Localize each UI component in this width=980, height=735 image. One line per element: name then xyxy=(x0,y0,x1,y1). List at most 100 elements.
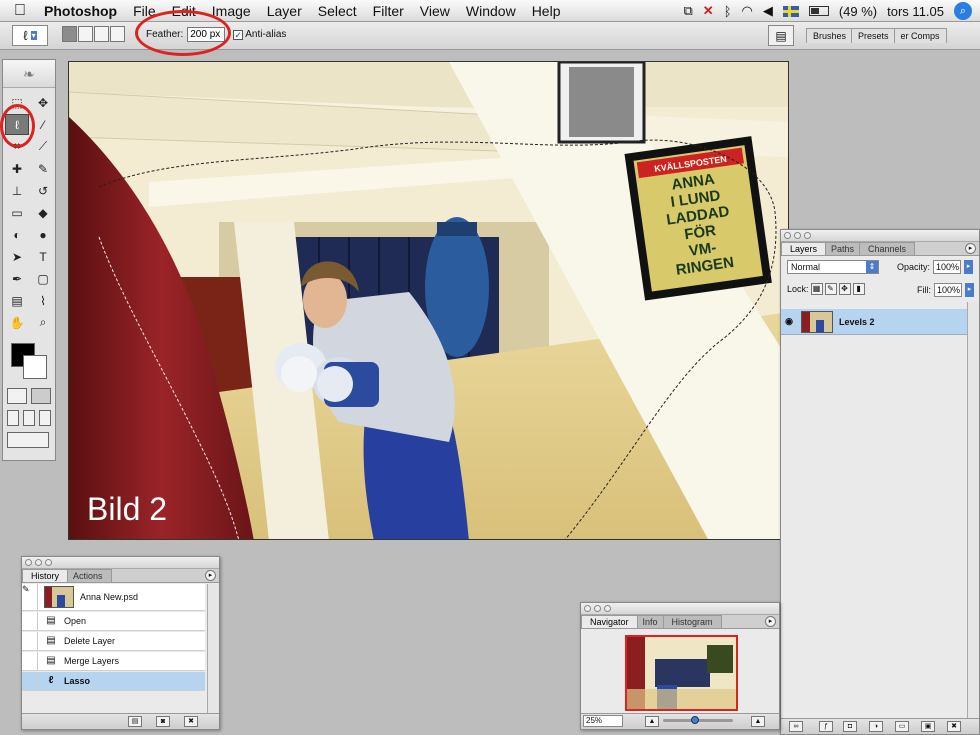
history-state[interactable]: ▤ Merge Layers xyxy=(22,652,205,671)
menu-window[interactable]: Window xyxy=(458,3,524,19)
document-canvas[interactable]: KVÄLLSPOSTEN ANNA I LUND LADDAD FÖR VM- … xyxy=(68,61,789,540)
delete-layer-icon[interactable]: ✖ xyxy=(947,721,961,732)
quick-mask-mode-icon[interactable] xyxy=(31,388,51,404)
fill-arrow-icon[interactable]: ▸ xyxy=(965,283,974,297)
panel-menu-icon[interactable]: ▸ xyxy=(965,243,976,254)
history-brush-source-icon[interactable]: ✎ xyxy=(22,584,38,610)
opacity-input[interactable]: 100% xyxy=(933,260,962,274)
zoom-in-icon[interactable]: ▲ xyxy=(751,716,765,727)
minimize-icon[interactable] xyxy=(594,605,601,612)
tab-paths[interactable]: Paths xyxy=(822,242,864,255)
history-brush-source-icon[interactable] xyxy=(22,612,38,630)
antialias-checkbox[interactable]: ✓ xyxy=(233,29,244,40)
lock-position-icon[interactable]: ✥ xyxy=(838,283,851,295)
slice-tool-icon[interactable]: ⟋ xyxy=(31,136,55,157)
background-color-swatch[interactable] xyxy=(23,355,47,379)
close-icon[interactable] xyxy=(784,232,791,239)
visibility-eye-icon[interactable]: ◉ xyxy=(781,316,797,327)
layer-style-icon[interactable]: ƒ xyxy=(819,721,833,732)
notes-tool-icon[interactable]: ▤ xyxy=(5,290,29,311)
volume-icon[interactable]: ◀ xyxy=(763,3,773,19)
new-selection-icon[interactable] xyxy=(62,26,77,42)
menu-filter[interactable]: Filter xyxy=(365,3,412,19)
close-icon[interactable] xyxy=(25,559,32,566)
standard-mode-icon[interactable] xyxy=(7,388,27,404)
panel-menu-icon[interactable]: ▸ xyxy=(765,616,776,627)
tab-histogram[interactable]: Histogram xyxy=(662,615,722,628)
clone-stamp-tool-icon[interactable]: ⊥ xyxy=(5,180,29,201)
new-snapshot-icon[interactable]: ◙ xyxy=(156,716,170,727)
lock-transparent-icon[interactable]: ▦ xyxy=(810,283,823,295)
close-app-icon[interactable]: ✕ xyxy=(703,3,714,19)
fill-input[interactable]: 100% xyxy=(934,283,962,297)
palette-well-button[interactable]: ▤ xyxy=(768,25,794,46)
history-state[interactable]: ▤ Delete Layer xyxy=(22,632,205,651)
blur-tool-icon[interactable]: ◐ xyxy=(5,224,29,245)
dodge-tool-icon[interactable]: ● xyxy=(31,224,55,245)
clock[interactable]: tors 11.05 xyxy=(887,4,944,19)
lock-all-icon[interactable]: ▮ xyxy=(852,283,865,295)
blend-mode-select[interactable]: Normal xyxy=(787,260,879,274)
eraser-tool-icon[interactable]: ▭ xyxy=(5,202,29,223)
intersect-selection-icon[interactable] xyxy=(110,26,125,42)
minimize-icon[interactable] xyxy=(35,559,42,566)
well-tab-comps[interactable]: er Comps xyxy=(893,28,947,43)
apple-menu-icon[interactable]:  xyxy=(0,2,40,20)
close-icon[interactable] xyxy=(584,605,591,612)
link-layers-icon[interactable]: ∞ xyxy=(789,721,803,732)
history-snapshot[interactable]: ✎ Anna New.psd xyxy=(22,584,205,611)
tab-channels[interactable]: Channels xyxy=(859,242,916,255)
brush-tool-icon[interactable]: ✎ xyxy=(31,158,55,179)
new-group-icon[interactable]: ▭ xyxy=(895,721,909,732)
full-screen-menu-mode-icon[interactable] xyxy=(23,410,35,426)
zoom-icon[interactable] xyxy=(604,605,611,612)
zoom-input[interactable]: 25% xyxy=(583,715,623,727)
history-state[interactable]: ▤ Open xyxy=(22,612,205,631)
history-scrollbar[interactable] xyxy=(207,584,219,713)
full-screen-mode-icon[interactable] xyxy=(39,410,51,426)
delete-state-icon[interactable]: ✖ xyxy=(184,716,198,727)
tab-history[interactable]: History xyxy=(22,569,69,582)
tab-layers[interactable]: Layers xyxy=(781,242,827,255)
opacity-arrow-icon[interactable]: ▸ xyxy=(964,260,974,274)
lock-image-icon[interactable]: ✎ xyxy=(824,283,837,295)
antialias-control[interactable]: ✓ Anti-alias xyxy=(233,29,286,40)
add-mask-icon[interactable]: ◘ xyxy=(843,721,857,732)
layers-scrollbar[interactable] xyxy=(967,302,979,718)
zoom-icon[interactable] xyxy=(45,559,52,566)
zoom-out-icon[interactable]: ▲ xyxy=(645,716,659,727)
eyedropper-tool-icon[interactable]: ⌇ xyxy=(31,290,55,311)
history-brush-source-icon[interactable] xyxy=(22,632,38,650)
history-state-selected[interactable]: ℓ Lasso xyxy=(22,672,205,691)
path-selection-tool-icon[interactable]: ➤ xyxy=(5,246,29,267)
wifi-icon[interactable]: ◠ xyxy=(742,3,753,19)
zoom-icon[interactable] xyxy=(804,232,811,239)
type-tool-icon[interactable]: T xyxy=(31,246,55,267)
healing-brush-tool-icon[interactable]: ✚ xyxy=(5,158,29,179)
tool-preset-picker[interactable]: ℓ ▾ xyxy=(12,25,48,46)
bluetooth-icon[interactable]: ᛒ xyxy=(724,4,732,19)
hand-tool-icon[interactable]: ✋ xyxy=(5,312,29,333)
layer-row[interactable]: ◉ Levels 2 xyxy=(781,309,967,335)
history-brush-source-icon[interactable] xyxy=(22,652,38,670)
panel-menu-icon[interactable]: ▸ xyxy=(205,570,216,581)
app-menu[interactable]: Photoshop xyxy=(40,3,125,19)
layer-name[interactable]: Levels 2 xyxy=(839,317,875,327)
jump-to-imageready-icon[interactable] xyxy=(7,432,49,448)
well-tab-presets[interactable]: Presets xyxy=(851,28,896,43)
input-source-flag-icon[interactable] xyxy=(782,5,799,17)
move-tool-icon[interactable]: ✥ xyxy=(31,92,55,113)
shape-tool-icon[interactable]: ▢ xyxy=(31,268,55,289)
menu-select[interactable]: Select xyxy=(310,3,365,19)
menu-help[interactable]: Help xyxy=(524,3,569,19)
new-document-from-state-icon[interactable]: ▤ xyxy=(128,716,142,727)
history-brush-source-icon[interactable] xyxy=(22,672,38,690)
tab-navigator[interactable]: Navigator xyxy=(581,615,638,628)
history-brush-tool-icon[interactable]: ↺ xyxy=(31,180,55,201)
navigator-preview[interactable] xyxy=(625,635,738,711)
adjustment-layer-icon[interactable]: ◑ xyxy=(869,721,883,732)
standard-screen-mode-icon[interactable] xyxy=(7,410,19,426)
battery-icon[interactable] xyxy=(808,6,829,16)
minimize-icon[interactable] xyxy=(794,232,801,239)
screens-icon[interactable]: ⧉ xyxy=(683,3,692,19)
